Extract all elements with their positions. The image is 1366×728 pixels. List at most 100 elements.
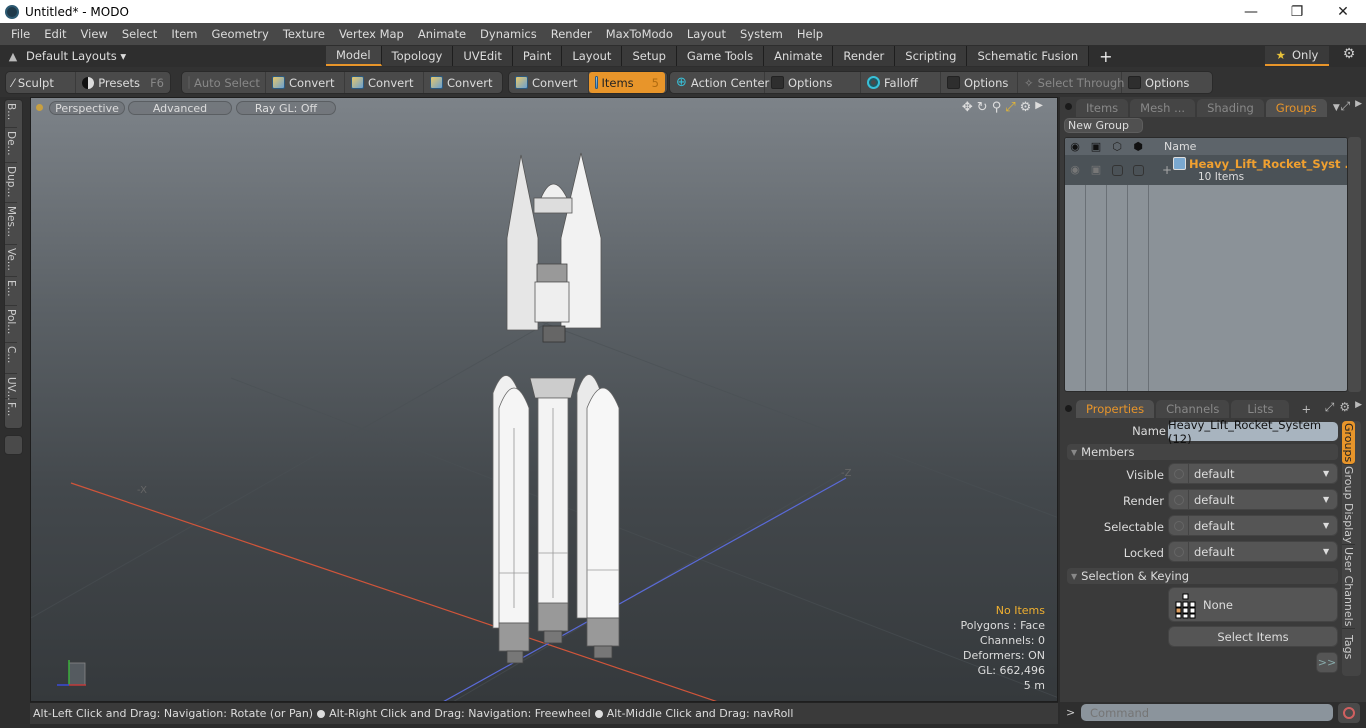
vtab-polygon[interactable]: Pol...	[5, 306, 17, 343]
minimize-button[interactable]: —	[1228, 4, 1274, 20]
menu-system[interactable]: System	[733, 27, 790, 41]
panel-indicator-icon[interactable]	[1065, 103, 1072, 110]
groups-scrollbar[interactable]	[1348, 137, 1361, 392]
new-group-button[interactable]: New Group	[1064, 118, 1143, 133]
menu-layout[interactable]: Layout	[680, 27, 733, 41]
vtab-edge[interactable]: E...	[5, 277, 17, 306]
more-button[interactable]: >>	[1316, 652, 1338, 673]
tab-shading[interactable]: Shading	[1197, 99, 1264, 117]
menu-render[interactable]: Render	[544, 27, 599, 41]
convert-edges-button[interactable]: Convert	[345, 72, 424, 93]
panel-indicator-icon[interactable]	[1065, 405, 1072, 412]
tab-groups[interactable]: Groups	[1265, 99, 1327, 117]
tabs-dropdown-icon[interactable]: ▼	[1329, 103, 1340, 117]
visible-radio[interactable]	[1169, 464, 1189, 483]
visibility-eye-icon[interactable]: ◉	[1065, 140, 1085, 153]
tab-render[interactable]: Render	[833, 46, 896, 66]
row-visibility-icon[interactable]: ◉	[1065, 163, 1085, 176]
tab-setup[interactable]: Setup	[622, 46, 677, 66]
tab-lists[interactable]: Lists	[1231, 400, 1290, 418]
tab-items[interactable]: Items	[1076, 99, 1129, 117]
item-selection-button[interactable]: None	[1168, 587, 1338, 622]
add-tab-button[interactable]: +	[1291, 400, 1321, 418]
menu-vertex-map[interactable]: Vertex Map	[332, 27, 411, 41]
panel-gear-icon[interactable]: ⚙	[1339, 400, 1350, 415]
tab-properties[interactable]: Properties	[1076, 400, 1155, 418]
only-toggle[interactable]: ★ Only	[1265, 46, 1329, 66]
vtab-uv[interactable]: UV...	[5, 374, 17, 401]
lock-cube-icon[interactable]: ⬢	[1128, 140, 1148, 153]
side-tab-group-display[interactable]: Group Display	[1342, 465, 1355, 545]
vtab-duplicate[interactable]: Dup...	[5, 163, 17, 203]
record-macro-button[interactable]	[1338, 703, 1360, 723]
groups-list[interactable]: ◉ ▣ ⬡ ⬢ Name ◉ ▣ + Heavy_Lift_Rocket_Sys…	[1064, 137, 1348, 392]
falloff-options-button[interactable]: Options	[941, 72, 1018, 93]
tab-channels[interactable]: Channels	[1156, 400, 1230, 418]
tab-model[interactable]: Model	[326, 46, 382, 66]
3d-viewport[interactable]: Perspective Advanced Ray GL: Off ✥ ↻ ⚲ ⤢…	[30, 97, 1058, 702]
locked-dropdown[interactable]: default ▼	[1168, 541, 1338, 562]
select-through-button[interactable]: ✧ Select Through	[1018, 72, 1124, 93]
vtab-basic[interactable]: B...	[5, 100, 17, 128]
tab-paint[interactable]: Paint	[512, 46, 563, 66]
convert-polygons-button[interactable]: Convert	[424, 72, 498, 93]
select-items-button[interactable]: Select Items	[1168, 626, 1338, 647]
menu-select[interactable]: Select	[115, 27, 164, 41]
selectable-dropdown[interactable]: default ▼	[1168, 515, 1338, 536]
select-through-options-button[interactable]: Options	[1122, 72, 1195, 93]
menu-maxtomodo[interactable]: MaxToModo	[599, 27, 680, 41]
menu-help[interactable]: Help	[790, 27, 830, 41]
convert-items-button[interactable]: Convert	[509, 72, 589, 93]
render-camera-icon[interactable]: ▣	[1086, 140, 1106, 153]
tab-game-tools[interactable]: Game Tools	[676, 46, 765, 66]
tab-layout[interactable]: Layout	[562, 46, 623, 66]
tab-uvedit[interactable]: UVEdit	[453, 46, 513, 66]
menu-texture[interactable]: Texture	[276, 27, 332, 41]
maximize-panel-icon[interactable]: ⤢	[1325, 400, 1335, 415]
locked-radio[interactable]	[1169, 542, 1189, 561]
menu-file[interactable]: File	[4, 27, 37, 41]
upper-stage-model[interactable]	[506, 152, 602, 343]
items-mode-button[interactable]: Items 5	[589, 72, 665, 93]
side-tab-tags[interactable]: Tags	[1342, 629, 1355, 665]
command-input[interactable]	[1081, 704, 1333, 721]
vtab-mesh-edit[interactable]: Mes...	[5, 203, 17, 245]
row-lock-checkbox[interactable]	[1133, 165, 1144, 176]
eject-icon[interactable]: ▲	[0, 50, 26, 63]
tab-topology[interactable]: Topology	[381, 46, 454, 66]
side-tab-groups[interactable]: Groups	[1342, 421, 1355, 465]
menu-edit[interactable]: Edit	[37, 27, 73, 41]
menu-geometry[interactable]: Geometry	[205, 27, 276, 41]
vtab-curve[interactable]: C...	[5, 343, 17, 374]
presets-button[interactable]: Presets F6	[76, 72, 170, 93]
render-radio[interactable]	[1169, 490, 1189, 509]
selection-keying-section[interactable]: ▼ Selection & Keying	[1067, 568, 1338, 584]
menu-dynamics[interactable]: Dynamics	[473, 27, 544, 41]
tab-schematic-fusion[interactable]: Schematic Fusion	[967, 46, 1090, 66]
sculpt-button[interactable]: ⁄ Sculpt	[6, 72, 77, 93]
tab-scripting[interactable]: Scripting	[895, 46, 968, 66]
group-name[interactable]: Heavy_Lift_Rocket_Syst ...	[1189, 157, 1347, 171]
gear-icon[interactable]: ⚙	[1338, 46, 1360, 66]
menu-view[interactable]: View	[74, 27, 115, 41]
row-render-icon[interactable]: ▣	[1086, 163, 1106, 176]
action-center-options-button[interactable]: Options	[765, 72, 861, 93]
selectable-radio[interactable]	[1169, 516, 1189, 535]
left-extra-tab[interactable]	[4, 435, 23, 455]
menu-animate[interactable]: Animate	[411, 27, 473, 41]
menu-item[interactable]: Item	[164, 27, 204, 41]
side-tab-user-channels[interactable]: User Channels	[1342, 545, 1355, 629]
convert-vertices-button[interactable]: Convert	[266, 72, 345, 93]
maximize-button[interactable]: ❐	[1274, 4, 1320, 20]
members-section[interactable]: ▼ Members	[1067, 444, 1338, 460]
row-selectable-checkbox[interactable]	[1112, 165, 1123, 176]
vtab-fusion[interactable]: F...	[5, 399, 17, 427]
vtab-deform[interactable]: De...	[5, 128, 17, 163]
falloff-button[interactable]: Falloff	[861, 72, 941, 93]
selectable-cube-icon[interactable]: ⬡	[1107, 140, 1127, 153]
expand-plus-icon[interactable]: +	[1162, 163, 1172, 177]
vtab-vertex[interactable]: Ve...	[5, 245, 17, 277]
visible-dropdown[interactable]: default ▼	[1168, 463, 1338, 484]
close-button[interactable]: ✕	[1320, 4, 1366, 20]
group-row[interactable]: ◉ ▣ + Heavy_Lift_Rocket_Syst ... 10 Item…	[1065, 155, 1347, 185]
